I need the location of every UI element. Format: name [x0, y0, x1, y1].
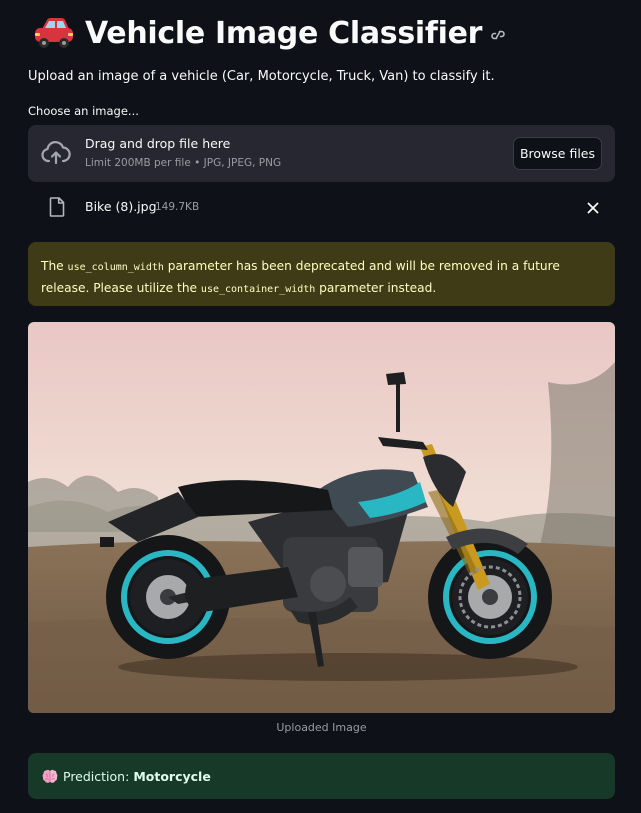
file-dropzone[interactable]: Drag and drop file here Limit 200MB per … [28, 125, 615, 182]
page-subtitle: Upload an image of a vehicle (Car, Motor… [28, 69, 495, 84]
dropzone-limit-text: Limit 200MB per file • JPG, JPEG, PNG [85, 157, 282, 169]
uploader-label: Choose an image... [28, 104, 139, 118]
dropzone-instructions: Drag and drop file here [85, 136, 231, 151]
deprecation-warning: The use_column_width parameter has been … [28, 242, 615, 306]
warning-text-part: parameter instead. [315, 281, 437, 295]
file-icon [49, 197, 65, 217]
warning-code-column-width: use_column_width [67, 262, 164, 273]
warning-text-part: The [41, 259, 68, 273]
uploaded-image [28, 322, 615, 713]
title-row: Vehicle Image Classifier [33, 12, 506, 54]
page-title: Vehicle Image Classifier [85, 15, 483, 51]
cloud-upload-icon [41, 141, 71, 165]
motorcycle-photo [28, 322, 615, 713]
prediction-label: Prediction: [63, 768, 130, 784]
brain-icon [42, 769, 58, 783]
file-name: Bike (8).jpg [85, 199, 157, 214]
app-page: Vehicle Image Classifier Upload an image… [0, 0, 641, 813]
browse-files-button[interactable]: Browse files [513, 137, 602, 170]
close-icon[interactable] [587, 202, 599, 214]
uploaded-file-item: Bike (8).jpg 149.7KB [28, 190, 615, 226]
file-size: 149.7KB [155, 201, 200, 213]
prediction-value: Motorcycle [133, 768, 211, 784]
warning-code-container-width: use_container_width [200, 284, 316, 295]
image-caption: Uploaded Image [276, 721, 367, 734]
car-icon [35, 18, 73, 48]
link-icon[interactable] [490, 27, 506, 43]
prediction-result: Prediction: Motorcycle [28, 753, 615, 799]
